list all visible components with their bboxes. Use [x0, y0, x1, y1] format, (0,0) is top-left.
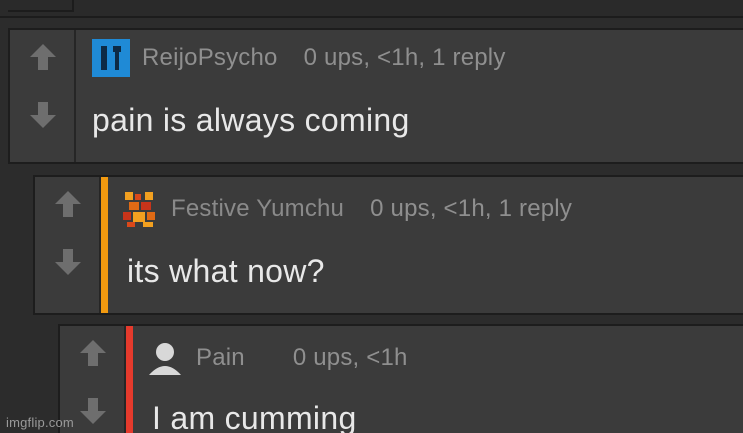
previous-comment-vote-column-edge	[8, 0, 74, 12]
comment-text: its what now?	[127, 253, 325, 289]
comment-meta: 0 ups, <1h, 1 reply	[303, 44, 506, 71]
default-user-avatar-icon[interactable]	[146, 339, 184, 377]
username[interactable]: Festive Yumchu	[171, 195, 344, 223]
upvote-button[interactable]	[74, 332, 112, 374]
down-arrow-icon	[55, 249, 81, 275]
downvote-button[interactable]	[74, 390, 112, 432]
blue-square-avatar-icon[interactable]	[92, 39, 130, 77]
comment-text: I am cumming	[152, 400, 357, 433]
comment-header: Festive Yumchu 0 ups, <1h, 1 reply	[121, 187, 572, 231]
up-arrow-icon	[80, 340, 106, 366]
up-arrow-icon	[30, 44, 56, 70]
comment-header: Pain 0 ups, <1h	[146, 336, 408, 380]
username[interactable]: Pain	[196, 344, 245, 372]
comment-meta: 0 ups, <1h	[292, 344, 408, 371]
username[interactable]: ReijoPsycho	[142, 44, 278, 72]
comment-card: ReijoPsycho 0 ups, <1h, 1 reply pain is …	[8, 28, 743, 164]
upvote-button[interactable]	[24, 36, 62, 78]
down-arrow-icon	[80, 398, 106, 424]
previous-comment-edge	[0, 0, 743, 18]
vote-column	[10, 30, 76, 162]
downvote-button[interactable]	[49, 241, 87, 283]
comment-thread: ReijoPsycho 0 ups, <1h, 1 reply pain is …	[0, 0, 743, 433]
down-arrow-icon	[30, 102, 56, 128]
upvote-button[interactable]	[49, 183, 87, 225]
up-arrow-icon	[55, 191, 81, 217]
vote-column	[35, 177, 101, 313]
comment-meta: 0 ups, <1h, 1 reply	[370, 195, 573, 222]
reply-thread-bar	[126, 326, 133, 433]
nested-reply-comment-card: Pain 0 ups, <1h I am cumming	[58, 324, 743, 433]
downvote-button[interactable]	[24, 94, 62, 136]
pixel-art-avatar-icon[interactable]	[121, 190, 159, 228]
reply-thread-bar	[101, 177, 108, 313]
watermark: imgflip.com	[6, 415, 74, 430]
comment-text: pain is always coming	[92, 102, 410, 138]
reply-comment-card: Festive Yumchu 0 ups, <1h, 1 reply its w…	[33, 175, 743, 315]
comment-header: ReijoPsycho 0 ups, <1h, 1 reply	[92, 36, 506, 80]
